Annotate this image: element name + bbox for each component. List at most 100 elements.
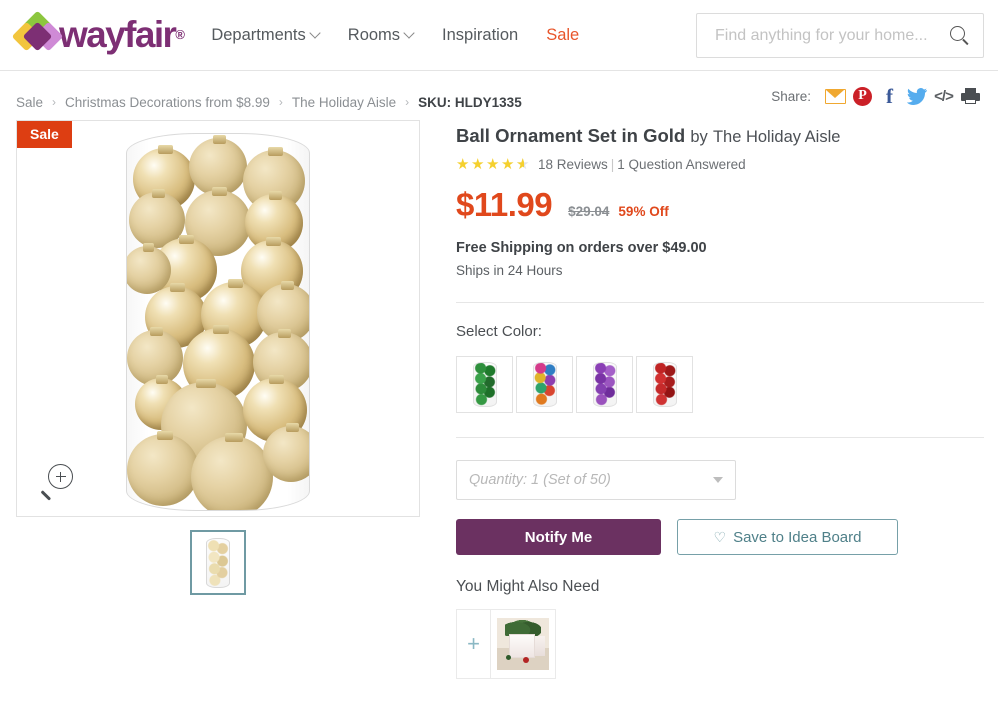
logo-wordmark-text: wayfair (59, 14, 177, 55)
nav-item-inspiration[interactable]: Inspiration (442, 26, 518, 45)
hero-image-panel[interactable]: Sale (16, 120, 420, 517)
color-swatches (456, 356, 984, 414)
nav-label-sale: Sale (546, 25, 580, 44)
nav-item-rooms[interactable]: Rooms (348, 26, 414, 45)
search-icon-handle (962, 38, 969, 45)
zoom-icon-handle (40, 490, 52, 501)
zoom-icon-plus-v (59, 471, 61, 482)
discount-badge: 59% Off (618, 204, 669, 220)
heart-icon: ♡ (713, 528, 727, 545)
nav-item-departments[interactable]: Departments (211, 26, 319, 45)
product-brand[interactable]: The Holiday Aisle (713, 128, 840, 146)
product-title: Ball Ornament Set in Gold (456, 125, 686, 146)
star-icon-5-half: ★ (516, 157, 531, 172)
color-swatch-green[interactable] (456, 356, 513, 414)
print-icon-paper (965, 99, 976, 104)
divider-2 (456, 437, 984, 439)
breadcrumb-separator: › (405, 95, 410, 109)
share-bar: Share: P f </> (771, 84, 984, 108)
chevron-down-icon (713, 477, 723, 484)
rating-row: ★ ★ ★ ★ ★ 18 Reviews|1 Question Answered (456, 157, 984, 172)
search-bar[interactable] (696, 13, 984, 58)
review-separator: | (610, 157, 615, 173)
questions-answered[interactable]: 1 Question Answered (617, 157, 745, 172)
berry-green-graphic (506, 655, 511, 661)
price-row: $11.99 $29.04 59% Off (456, 186, 984, 224)
search-input[interactable] (713, 25, 949, 46)
zoom-in-icon[interactable] (39, 464, 73, 501)
add-item-plus-icon[interactable]: + (456, 609, 490, 680)
embed-code-icon[interactable]: </> (930, 84, 957, 108)
also-need-item-0[interactable] (490, 609, 556, 680)
breadcrumb-item-sale[interactable]: Sale (16, 95, 43, 110)
ships-in-text: Ships in 24 Hours (456, 263, 563, 279)
color-swatch-image-red (652, 362, 677, 408)
save-to-idea-board-label: Save to Idea Board (733, 528, 862, 546)
also-need-item-image (497, 618, 549, 671)
facebook-icon[interactable]: f (876, 84, 903, 108)
breadcrumb-item-sku: SKU: HLDY1335 (418, 94, 522, 110)
pinterest-icon-glyph: P (853, 86, 872, 106)
logo-wordmark: wayfair® (59, 14, 185, 55)
nav-label-departments: Departments (211, 25, 306, 44)
main-nav: Departments Rooms Inspiration Sale (211, 26, 579, 45)
thumbnail-0[interactable] (190, 530, 246, 595)
breadcrumb-separator: › (52, 95, 57, 109)
color-swatch-multicolor[interactable] (516, 356, 573, 414)
star-icon-4: ★ (501, 156, 515, 174)
star-rating[interactable]: ★ ★ ★ ★ ★ (456, 157, 531, 172)
print-icon-shape (961, 88, 980, 104)
current-price: $11.99 (456, 186, 553, 224)
email-icon[interactable] (822, 84, 849, 108)
email-icon-shape (825, 88, 846, 104)
star-icon-2: ★ (471, 156, 485, 174)
embed-code-glyph: </> (934, 87, 954, 105)
quantity-value: Quantity: 1 (Set of 50) (469, 472, 611, 489)
original-price: $29.04 (568, 204, 610, 220)
nav-item-sale[interactable]: Sale (546, 26, 579, 45)
save-to-idea-board-button[interactable]: ♡ Save to Idea Board (677, 519, 898, 556)
twitter-icon[interactable] (903, 84, 930, 108)
breadcrumb-item-the-holiday-aisle[interactable]: The Holiday Aisle (292, 95, 396, 110)
collar-graphic (509, 634, 535, 659)
color-swatch-image-multicolor (532, 362, 557, 408)
thumbnail-image (206, 537, 230, 588)
breadcrumb: Sale › Christmas Decorations from $8.99 … (16, 95, 522, 110)
select-color-label: Select Color: (456, 323, 542, 341)
berry-red-graphic (523, 657, 529, 664)
star-icon-1: ★ (456, 156, 470, 174)
quantity-select[interactable]: Quantity: 1 (Set of 50) (456, 460, 736, 501)
chevron-down-icon (405, 29, 414, 38)
notify-me-button[interactable]: Notify Me (456, 519, 661, 556)
color-swatch-image-purple (592, 362, 617, 408)
chevron-down-icon (311, 29, 320, 38)
breadcrumb-row: Sale › Christmas Decorations from $8.99 … (0, 84, 998, 120)
nav-label-inspiration: Inspiration (442, 25, 519, 44)
free-shipping-text: Free Shipping on orders over $49.00 (456, 240, 707, 257)
ornament-balls (127, 134, 309, 510)
star-icon-3: ★ (486, 156, 500, 174)
you-might-also-need-list: + (456, 609, 556, 680)
color-swatch-purple[interactable] (576, 356, 633, 414)
site-header: wayfair® Departments Rooms Inspiration S… (0, 0, 998, 71)
color-swatch-image-green (472, 362, 497, 408)
you-might-also-need-title: You Might Also Need (456, 578, 600, 596)
wayfair-diamond-logo-icon (11, 10, 64, 55)
twitter-bird-icon (906, 87, 927, 105)
color-swatch-red[interactable] (636, 356, 693, 414)
cta-row: Notify Me ♡ Save to Idea Board (456, 519, 984, 556)
wayfair-logo[interactable]: wayfair® (11, 10, 185, 55)
reviews-count[interactable]: 18 Reviews (538, 157, 608, 172)
product-by-prefix: by (690, 128, 708, 146)
page-title: Ball Ornament Set in Gold by The Holiday… (456, 124, 984, 148)
divider-1 (456, 302, 984, 304)
print-icon[interactable] (957, 84, 984, 108)
breadcrumb-item-christmas-decorations[interactable]: Christmas Decorations from $8.99 (65, 95, 270, 110)
product-info: Ball Ornament Set in Gold by The Holiday… (420, 120, 984, 680)
pinterest-icon[interactable]: P (849, 84, 876, 108)
nav-label-rooms: Rooms (347, 25, 401, 44)
facebook-icon-glyph: f (886, 83, 893, 108)
product-hero-image (126, 133, 310, 511)
review-summary: 18 Reviews | 1 Question Answered (538, 157, 746, 172)
search-icon[interactable] (949, 25, 971, 47)
